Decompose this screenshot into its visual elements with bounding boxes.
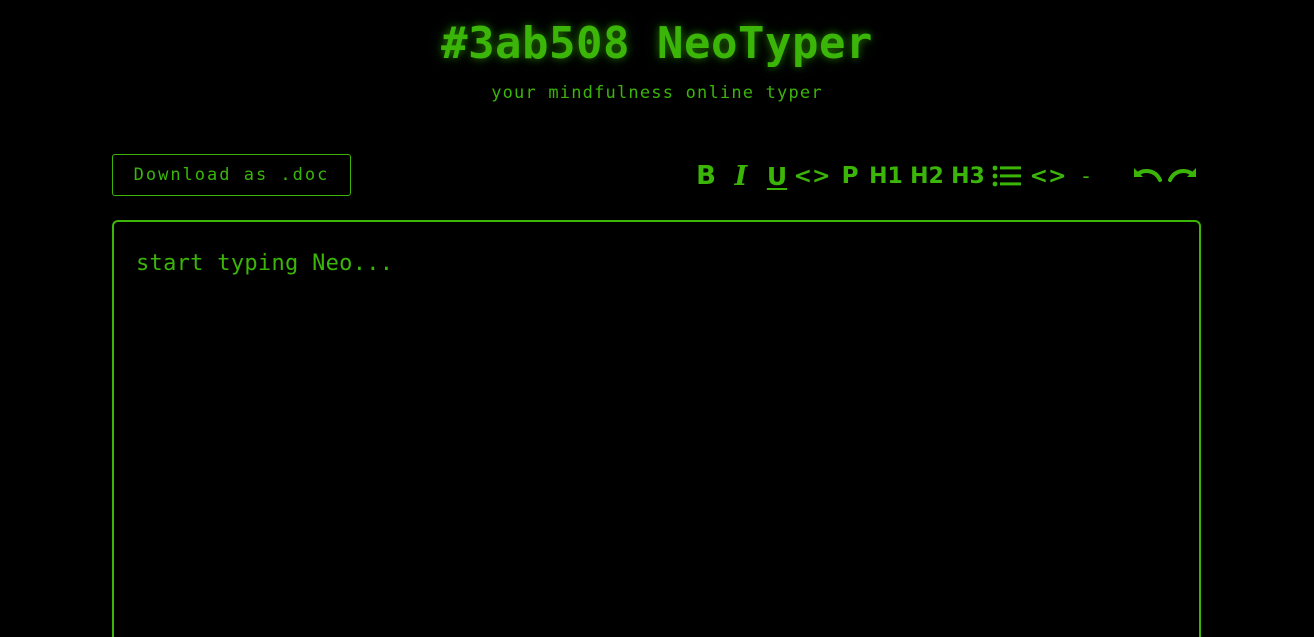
app-title: #3ab508 NeoTyper <box>441 18 873 69</box>
code-block-icon: <> <box>1029 163 1067 189</box>
horizontal-rule-icon: - <box>1082 164 1090 188</box>
download-doc-button[interactable]: Download as .doc <box>112 154 351 196</box>
code-icon: <> <box>793 163 831 189</box>
code-block-button[interactable]: <> <box>1029 157 1067 195</box>
heading-3-button[interactable]: H3 <box>951 157 985 195</box>
horizontal-rule-button[interactable]: - <box>1078 157 1094 195</box>
inline-code-button[interactable]: <> <box>793 157 831 195</box>
undo-icon <box>1134 168 1162 182</box>
heading-3-icon: H3 <box>951 163 985 189</box>
paragraph-icon: P <box>841 163 859 189</box>
underline-button[interactable]: U <box>764 157 790 195</box>
app-subtitle: your mindfulness online typer <box>491 83 823 103</box>
heading-1-button[interactable]: H1 <box>869 157 903 195</box>
italic-button[interactable]: I <box>728 157 754 195</box>
italic-icon: I <box>734 160 748 192</box>
undo-button[interactable] <box>1130 157 1164 195</box>
heading-2-button[interactable]: H2 <box>910 157 944 195</box>
formatting-toolbar: B I U <> P H1 H2 H3 <> - <box>690 157 1210 197</box>
paragraph-button[interactable]: P <box>840 157 860 195</box>
underline-icon: U <box>766 161 788 191</box>
heading-1-icon: H1 <box>869 163 903 189</box>
bold-button[interactable]: B <box>693 157 719 195</box>
list-icon <box>992 165 1021 187</box>
bold-icon: B <box>696 161 716 191</box>
redo-button[interactable] <box>1166 157 1200 195</box>
editor-placeholder[interactable]: start typing Neo... <box>136 250 1177 630</box>
heading-2-icon: H2 <box>910 163 944 189</box>
editor-area[interactable]: start typing Neo... <box>112 220 1201 637</box>
redo-icon <box>1168 168 1196 182</box>
bullet-list-button[interactable] <box>991 157 1023 195</box>
